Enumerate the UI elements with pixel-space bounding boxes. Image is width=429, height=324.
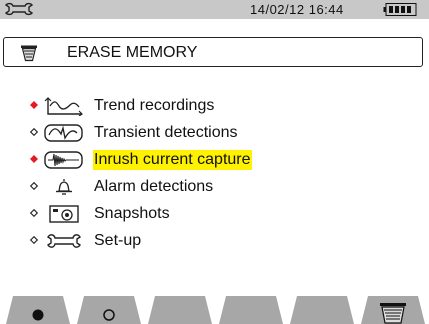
- softkey-4[interactable]: [219, 296, 283, 324]
- unselected-diamond-icon: [30, 128, 38, 136]
- softkey-5[interactable]: [290, 296, 354, 324]
- trash-icon: [380, 303, 406, 324]
- wrench-icon: [47, 234, 81, 248]
- menu-item-inrush-current-capture[interactable]: Inrush current capture: [0, 147, 429, 173]
- alarm-bell-icon: [56, 179, 72, 195]
- softkey-3[interactable]: [148, 296, 212, 324]
- unselected-diamond-icon: [30, 236, 38, 244]
- filled-circle-icon: [32, 309, 44, 321]
- menu-item-label: Snapshots: [94, 205, 170, 222]
- transient-waveform-icon: [44, 124, 83, 142]
- trend-curve-icon: [44, 97, 83, 116]
- unselected-diamond-icon: [30, 209, 38, 217]
- menu-item-label: Transient detections: [94, 124, 238, 141]
- menu-item-snapshots[interactable]: Snapshots: [0, 201, 429, 227]
- menu-item-trend-recordings[interactable]: Trend recordings: [0, 93, 429, 119]
- menu-item-set-up[interactable]: Set-up: [0, 228, 429, 254]
- selected-diamond-icon: [30, 155, 38, 163]
- unselected-diamond-icon: [30, 182, 38, 190]
- selected-diamond-icon: [30, 101, 38, 109]
- erase-menu: Trend recordings Transient detections In…: [0, 0, 429, 324]
- softkey-1[interactable]: [6, 296, 70, 324]
- menu-item-label: Inrush current capture: [93, 150, 252, 170]
- inrush-waveform-icon: [44, 151, 83, 169]
- softkey-6[interactable]: [361, 296, 425, 324]
- menu-item-transient-detections[interactable]: Transient detections: [0, 120, 429, 146]
- softkey-bar: [0, 296, 429, 324]
- menu-item-alarm-detections[interactable]: Alarm detections: [0, 174, 429, 200]
- menu-item-label: Trend recordings: [94, 97, 215, 114]
- camera-icon: [49, 205, 79, 223]
- menu-item-label: Set-up: [94, 232, 142, 249]
- menu-item-label: Alarm detections: [94, 178, 214, 195]
- softkey-2[interactable]: [77, 296, 141, 324]
